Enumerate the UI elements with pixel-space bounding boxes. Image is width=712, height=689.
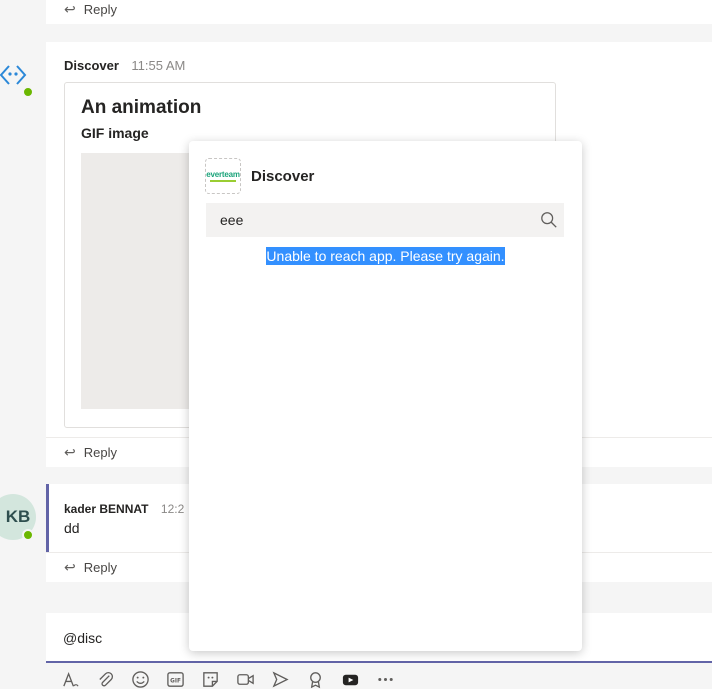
meet-icon[interactable] [235, 669, 256, 689]
praise-icon[interactable] [305, 669, 326, 689]
reply-button[interactable]: ↩ Reply [46, 0, 712, 24]
presence-available-icon [22, 86, 34, 98]
sticker-icon[interactable] [200, 669, 221, 689]
sender-name: Discover [64, 58, 119, 73]
reply-arrow-icon: ↩ [64, 444, 76, 460]
app-logo-text: everteam [206, 170, 240, 179]
more-icon[interactable] [375, 669, 396, 689]
reply-arrow-icon: ↩ [64, 0, 76, 17]
popup-title: Discover [251, 168, 315, 185]
message-time: 12:2 [160, 502, 185, 516]
message-text: dd [64, 520, 80, 536]
error-message: Unable to reach app. Please try again. [189, 247, 582, 266]
compose-text: @disc [63, 630, 103, 646]
stream-icon[interactable] [270, 669, 291, 689]
reply-label: Reply [83, 445, 117, 460]
search-input[interactable]: eee [206, 203, 564, 237]
app-popup: everteam Discover eee Unable to reach ap… [189, 141, 582, 651]
card-title: An animation [81, 97, 202, 118]
message-time: 11:55 AM [131, 58, 186, 73]
sender-name: kader BENNAT [64, 502, 149, 516]
compose-toolbar: GIF [60, 668, 396, 689]
search-icon[interactable] [540, 211, 558, 229]
app-logo-bar [210, 180, 236, 182]
message-header: kader BENNAT 12:2 [64, 500, 184, 518]
format-icon[interactable] [60, 669, 81, 689]
reply-label: Reply [83, 560, 117, 575]
app-logo: everteam [205, 158, 241, 194]
youtube-icon[interactable] [340, 669, 361, 689]
message-header: Discover 11:55 AM [64, 57, 185, 75]
reply-label: Reply [83, 1, 117, 17]
search-value: eee [220, 212, 244, 228]
bot-avatar[interactable] [0, 60, 34, 98]
card-subtitle: GIF image [81, 125, 149, 141]
gif-icon[interactable]: GIF [165, 669, 186, 689]
svg-text:GIF: GIF [170, 678, 181, 684]
attach-icon[interactable] [95, 669, 116, 689]
emoji-icon[interactable] [130, 669, 151, 689]
error-text: Unable to reach app. Please try again. [266, 247, 505, 265]
presence-available-icon [22, 529, 34, 541]
reply-arrow-icon: ↩ [64, 559, 76, 575]
avatar-initials: KB [5, 507, 31, 526]
